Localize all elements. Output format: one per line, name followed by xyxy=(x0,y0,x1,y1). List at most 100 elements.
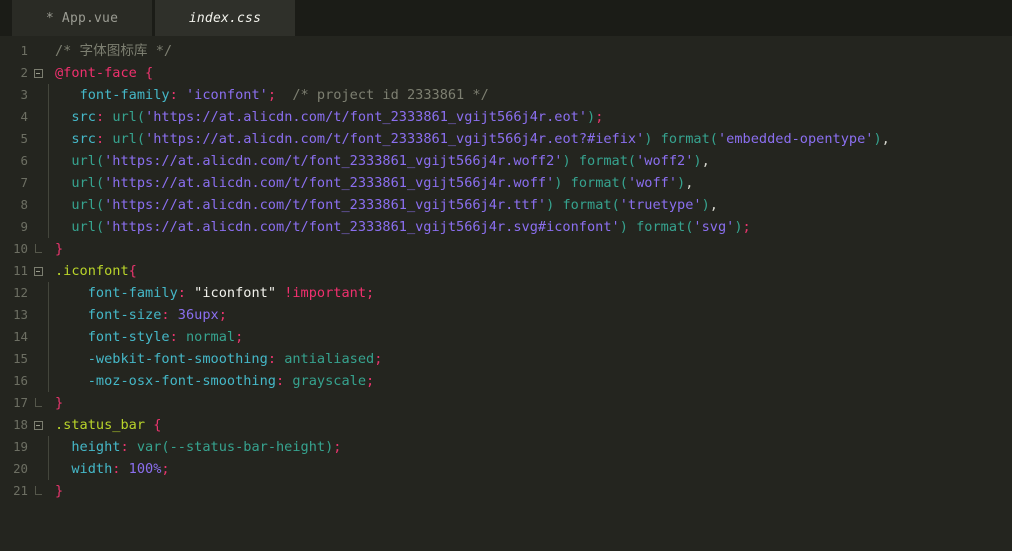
line-number: 4 xyxy=(20,109,28,124)
code-line[interactable]: 4 src: url('https://at.alicdn.com/t/font… xyxy=(0,106,1012,128)
tab-index-css[interactable]: index.css xyxy=(155,0,295,36)
code-line[interactable]: 9 url('https://at.alicdn.com/t/font_2333… xyxy=(0,216,1012,238)
token-paren: ) xyxy=(644,131,653,147)
tab-bar: * App.vue index.css xyxy=(0,0,1012,36)
fold-toggle-icon[interactable] xyxy=(28,420,48,430)
token-property: src xyxy=(71,131,96,147)
token-semicolon: ; xyxy=(267,87,276,103)
code-content[interactable]: src: url('https://at.alicdn.com/t/font_2… xyxy=(49,106,1012,128)
token-paren: ) xyxy=(562,153,571,169)
line-number: 18 xyxy=(13,417,28,432)
token-url-string: 'https://at.alicdn.com/t/font_2333861_vg… xyxy=(104,197,547,213)
token-string: 'woff2' xyxy=(636,153,694,169)
fold-toggle-icon[interactable] xyxy=(28,68,48,78)
code-line[interactable]: 7 url('https://at.alicdn.com/t/font_2333… xyxy=(0,172,1012,194)
code-content[interactable]: font-style: normal; xyxy=(49,326,1012,348)
code-content[interactable]: .iconfont{ xyxy=(49,260,1012,282)
code-content[interactable]: url('https://at.alicdn.com/t/font_233386… xyxy=(49,172,1012,194)
token-comma: , xyxy=(701,153,710,169)
token-semicolon: ; xyxy=(366,373,375,389)
token-brace: { xyxy=(128,263,137,279)
token-url-string: 'https://at.alicdn.com/t/font_2333861_vg… xyxy=(104,175,555,191)
code-content[interactable]: width: 100%; xyxy=(49,458,1012,480)
code-line[interactable]: 6 url('https://at.alicdn.com/t/font_2333… xyxy=(0,150,1012,172)
token-paren: ) xyxy=(619,219,628,235)
token-paren: ( xyxy=(136,109,146,125)
fold-end-icon[interactable] xyxy=(28,397,48,407)
code-line[interactable]: 21 } xyxy=(0,480,1012,502)
token-css-variable: --status-bar-height xyxy=(169,439,326,455)
code-content[interactable]: } xyxy=(49,480,1012,502)
line-number: 14 xyxy=(13,329,28,344)
line-number: 20 xyxy=(13,461,28,476)
token-semicolon: ; xyxy=(742,219,751,235)
token-number: 100% xyxy=(128,461,162,477)
token-important: !important xyxy=(284,285,367,301)
code-line[interactable]: 5 src: url('https://at.alicdn.com/t/font… xyxy=(0,128,1012,150)
code-content[interactable]: -webkit-font-smoothing: antialiased; xyxy=(49,348,1012,370)
token-semicolon: ; xyxy=(333,439,342,455)
code-line[interactable]: 2 @font-face { xyxy=(0,62,1012,84)
line-number: 13 xyxy=(13,307,28,322)
fold-end-icon[interactable] xyxy=(28,243,48,253)
fold-toggle-icon[interactable] xyxy=(28,266,48,276)
code-content[interactable]: url('https://at.alicdn.com/t/font_233386… xyxy=(49,194,1012,216)
code-content[interactable]: @font-face { xyxy=(49,62,1012,84)
token-paren: ) xyxy=(693,153,702,169)
token-paren: ( xyxy=(95,219,105,235)
code-area[interactable]: 1 /* 字体图标库 */ 2 @font-face { 3 font-fami… xyxy=(0,36,1012,502)
code-line[interactable]: 15 -webkit-font-smoothing: antialiased; xyxy=(0,348,1012,370)
code-content[interactable]: height: var(--status-bar-height); xyxy=(49,436,1012,458)
line-number: 15 xyxy=(13,351,28,366)
code-line[interactable]: 19 height: var(--status-bar-height); xyxy=(0,436,1012,458)
code-content[interactable]: .status_bar { xyxy=(49,414,1012,436)
token-colon: : xyxy=(177,285,186,301)
line-number: 10 xyxy=(13,241,28,256)
token-comment: /* 字体图标库 */ xyxy=(55,43,173,59)
code-content[interactable]: -moz-osx-font-smoothing: grayscale; xyxy=(49,370,1012,392)
code-line[interactable]: 1 /* 字体图标库 */ xyxy=(0,40,1012,62)
token-property: width xyxy=(71,461,113,477)
fold-end-icon[interactable] xyxy=(28,485,48,495)
token-colon: : xyxy=(169,329,178,345)
code-line[interactable]: 13 font-size: 36upx; xyxy=(0,304,1012,326)
code-content[interactable]: font-size: 36upx; xyxy=(49,304,1012,326)
code-content[interactable]: /* 字体图标库 */ xyxy=(49,40,1012,62)
code-content[interactable]: font-family: "iconfont" !important; xyxy=(49,282,1012,304)
token-string: 'iconfont' xyxy=(185,87,268,103)
token-function: url xyxy=(112,131,137,147)
token-function: var xyxy=(136,439,162,455)
token-colon: : xyxy=(112,461,121,477)
line-number: 11 xyxy=(13,263,28,278)
code-line[interactable]: 14 font-style: normal; xyxy=(0,326,1012,348)
token-url-string: 'https://at.alicdn.com/t/font_2333861_vg… xyxy=(104,153,563,169)
token-url-string: 'https://at.alicdn.com/t/font_2333861_vg… xyxy=(145,109,588,125)
code-content[interactable]: src: url('https://at.alicdn.com/t/font_2… xyxy=(49,128,1012,150)
line-number: 6 xyxy=(20,153,28,168)
code-line[interactable]: 8 url('https://at.alicdn.com/t/font_2333… xyxy=(0,194,1012,216)
code-content[interactable]: url('https://at.alicdn.com/t/font_233386… xyxy=(49,216,1012,238)
code-line[interactable]: 3 font-family: 'iconfont'; /* project id… xyxy=(0,84,1012,106)
code-content[interactable]: } xyxy=(49,392,1012,414)
token-paren: ) xyxy=(701,197,710,213)
line-number: 17 xyxy=(13,395,28,410)
code-line[interactable]: 11 .iconfont{ xyxy=(0,260,1012,282)
code-line[interactable]: 10 } xyxy=(0,238,1012,260)
code-line[interactable]: 18 .status_bar { xyxy=(0,414,1012,436)
code-line[interactable]: 12 font-family: "iconfont" !important; xyxy=(0,282,1012,304)
code-editor[interactable]: 1 /* 字体图标库 */ 2 @font-face { 3 font-fami… xyxy=(0,36,1012,551)
tab-app-vue[interactable]: * App.vue xyxy=(12,0,152,36)
code-content[interactable]: } xyxy=(49,238,1012,260)
token-semicolon: ; xyxy=(366,285,375,301)
code-line[interactable]: 17 } xyxy=(0,392,1012,414)
code-content[interactable]: font-family: 'iconfont'; /* project id 2… xyxy=(49,84,1012,106)
token-paren: ) xyxy=(587,109,596,125)
code-line[interactable]: 16 -moz-osx-font-smoothing: grayscale; xyxy=(0,370,1012,392)
token-function: url xyxy=(71,175,96,191)
token-paren: ) xyxy=(734,219,743,235)
token-comma: , xyxy=(881,131,890,147)
code-line[interactable]: 20 width: 100%; xyxy=(0,458,1012,480)
token-paren: ( xyxy=(136,131,146,147)
token-function: format xyxy=(570,175,620,191)
code-content[interactable]: url('https://at.alicdn.com/t/font_233386… xyxy=(49,150,1012,172)
